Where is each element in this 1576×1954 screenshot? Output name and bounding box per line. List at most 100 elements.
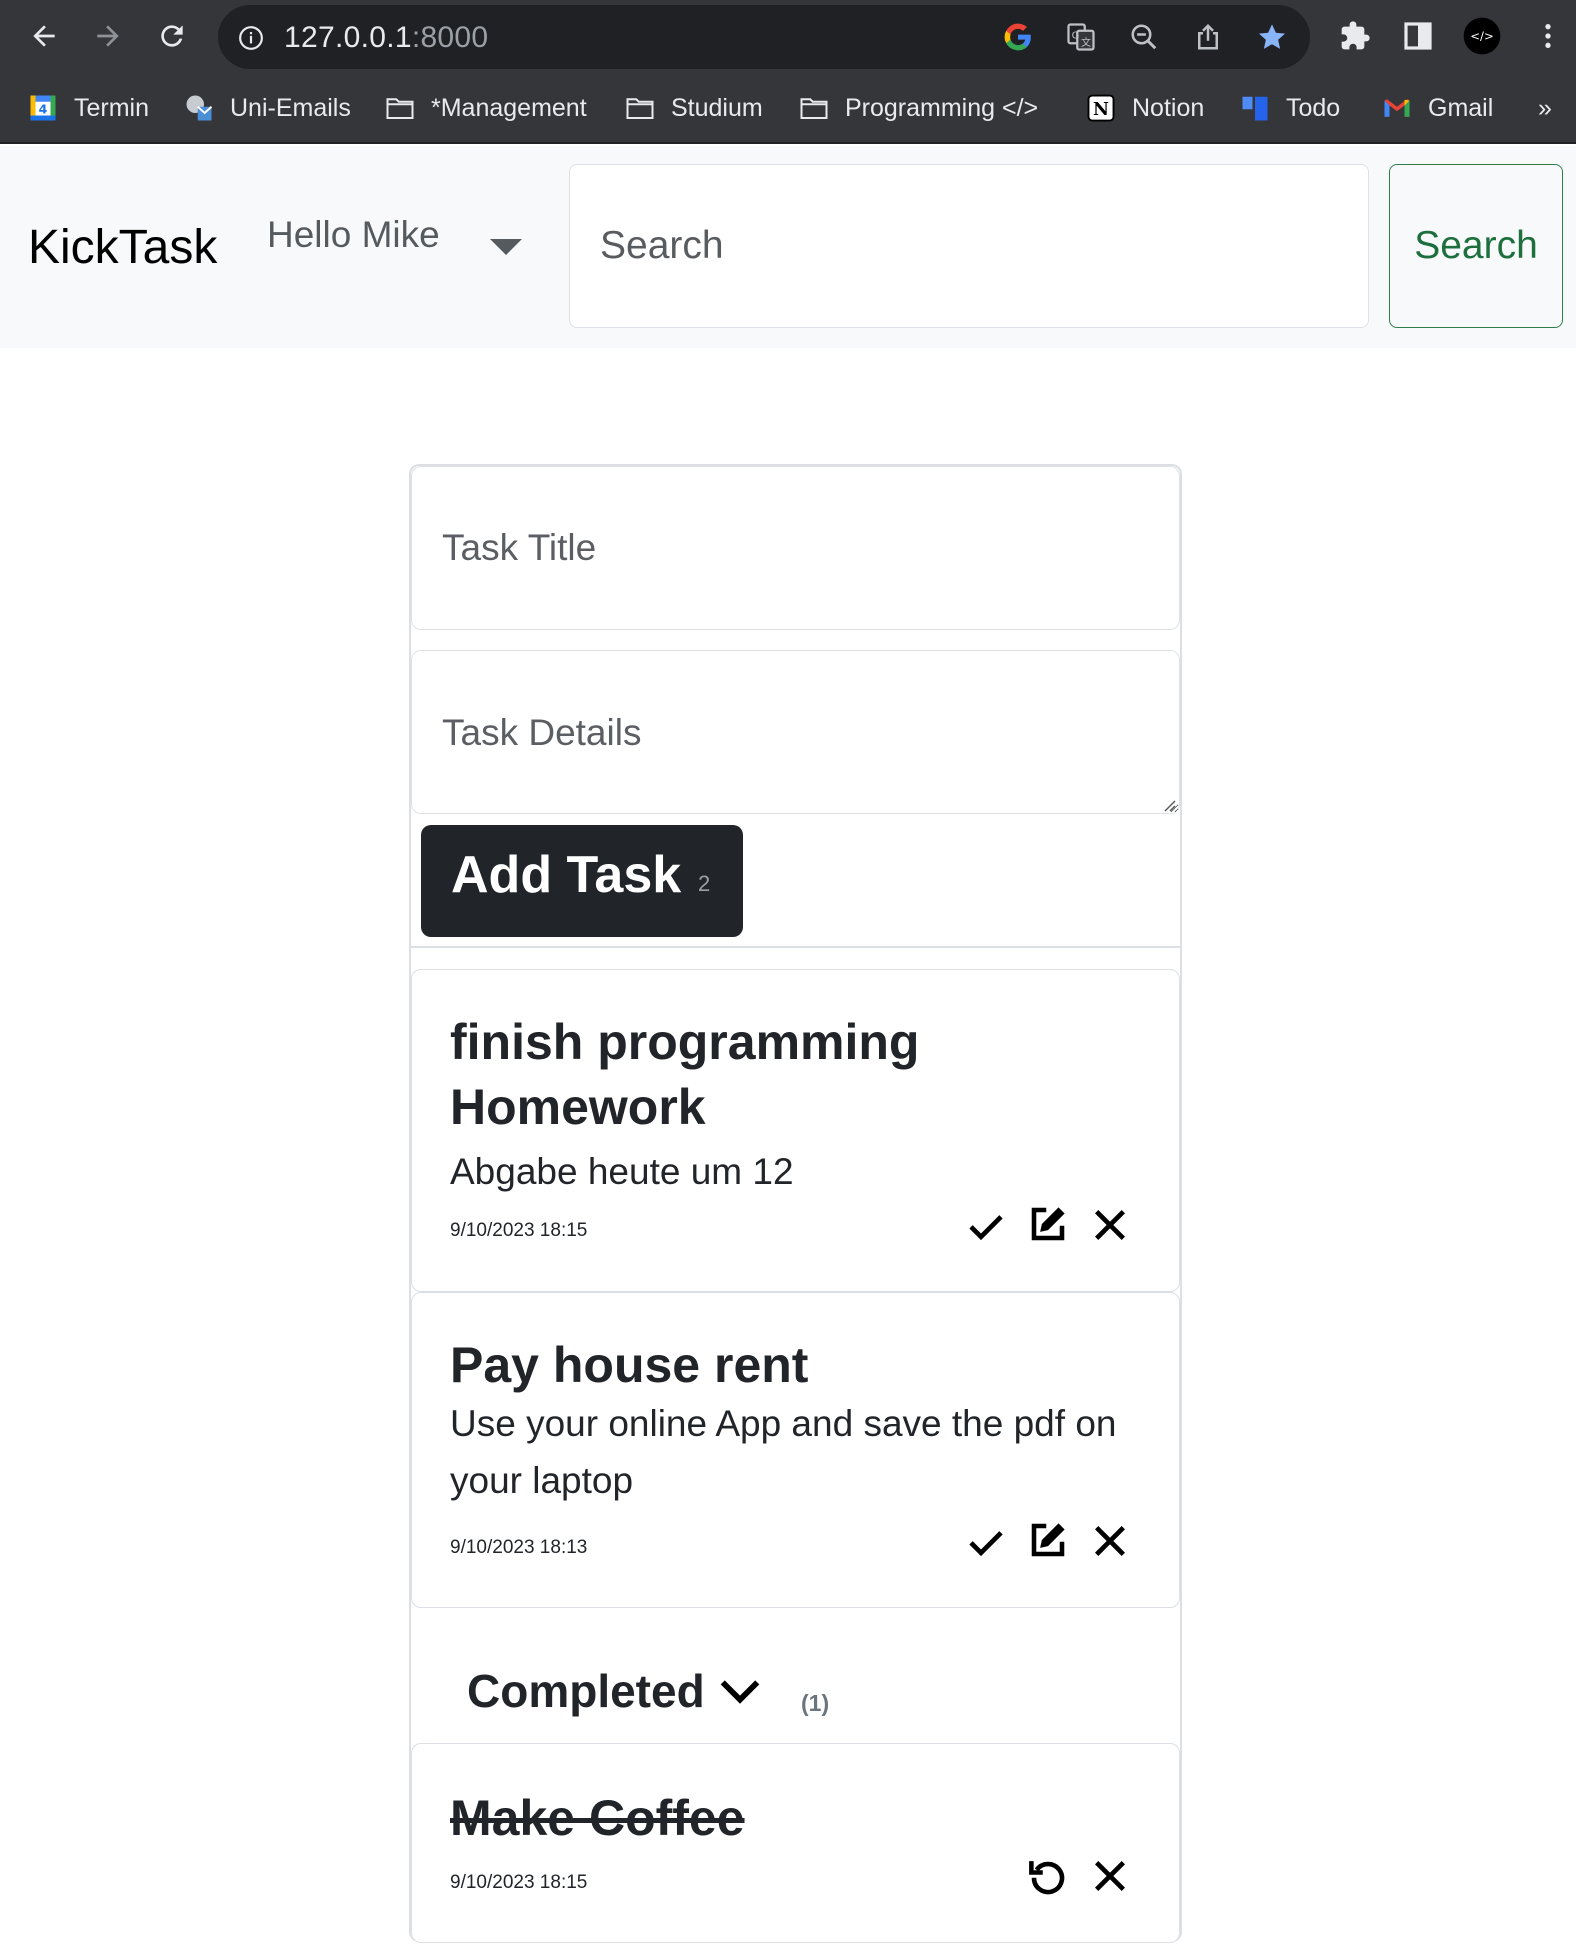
zoom-button[interactable] bbox=[1126, 19, 1162, 55]
zoom-out-icon bbox=[1131, 24, 1157, 50]
share-icon bbox=[1198, 23, 1218, 50]
search-button[interactable]: Search bbox=[1389, 164, 1563, 328]
back-button[interactable] bbox=[22, 14, 66, 58]
folder-icon bbox=[385, 93, 415, 123]
calendar-icon: 4 bbox=[28, 93, 58, 123]
forward-button[interactable] bbox=[86, 14, 130, 58]
bookmark-todo[interactable]: Todo bbox=[1240, 88, 1340, 128]
arrow-right-icon bbox=[97, 25, 119, 47]
task-title-input[interactable] bbox=[411, 466, 1180, 630]
add-task-button[interactable]: Add Task 2 bbox=[421, 825, 743, 937]
translate-button[interactable]: G文 bbox=[1063, 19, 1099, 55]
dropdown-caret-icon[interactable] bbox=[490, 239, 522, 255]
divider bbox=[411, 946, 1180, 948]
task-details-line: your laptop bbox=[450, 1460, 634, 1501]
reload-icon bbox=[161, 25, 183, 47]
edit-task-button[interactable] bbox=[1026, 1518, 1070, 1562]
bookmark-uni-emails[interactable]: Uni-Emails bbox=[184, 88, 351, 128]
translate-icon: G文 bbox=[1067, 23, 1095, 51]
puzzle-icon bbox=[1341, 21, 1370, 50]
url-text: 127.0.0.1:8000 bbox=[284, 21, 488, 55]
task-timestamp: 9/10/2023 18:13 bbox=[450, 1537, 588, 1558]
bookmark-studium[interactable]: Studium bbox=[625, 88, 763, 128]
completed-label: Completed bbox=[467, 1665, 705, 1717]
info-icon[interactable] bbox=[238, 25, 264, 51]
check-icon bbox=[969, 1531, 1003, 1557]
task-details: Abgabe heute um 12 bbox=[450, 1151, 794, 1192]
bookmarks-overflow-button[interactable]: » bbox=[1538, 88, 1552, 128]
gmail-icon bbox=[1382, 93, 1412, 123]
svg-text:文: 文 bbox=[1081, 36, 1091, 49]
bookmark-management[interactable]: *Management bbox=[385, 88, 587, 128]
task-timestamp: 9/10/2023 18:15 bbox=[450, 1872, 588, 1893]
svg-text:</>: </> bbox=[1470, 29, 1493, 43]
bookmark-termin[interactable]: 4 Termin bbox=[28, 88, 149, 128]
bookmark-label: Notion bbox=[1132, 93, 1205, 122]
bookmark-label: *Management bbox=[431, 93, 587, 122]
brand-logo[interactable]: KickTask bbox=[28, 220, 217, 275]
bookmark-label: Todo bbox=[1286, 93, 1341, 122]
notion-icon: N bbox=[1086, 93, 1116, 123]
delete-task-button[interactable] bbox=[1088, 1519, 1132, 1563]
bookmark-notion[interactable]: N Notion bbox=[1086, 88, 1204, 128]
google-lens-button[interactable] bbox=[1000, 19, 1036, 55]
svg-text:4: 4 bbox=[39, 102, 48, 117]
open-task-count: 2 bbox=[698, 871, 711, 896]
delete-task-button[interactable] bbox=[1088, 1203, 1132, 1247]
extensions-button[interactable] bbox=[1335, 16, 1375, 56]
url-host: 127.0.0.1 bbox=[284, 21, 412, 54]
search-input[interactable] bbox=[569, 164, 1369, 328]
check-icon bbox=[969, 1215, 1003, 1241]
close-icon bbox=[1095, 1861, 1125, 1891]
code-avatar-icon: </> bbox=[1463, 17, 1501, 55]
task-details-line: Use your online App and save the pdf on bbox=[450, 1403, 1117, 1444]
task-timestamp: 9/10/2023 18:15 bbox=[450, 1220, 588, 1241]
edit-task-button[interactable] bbox=[1026, 1202, 1070, 1246]
arrow-left-icon bbox=[33, 25, 55, 47]
complete-task-button[interactable] bbox=[964, 1204, 1008, 1248]
folder-icon bbox=[625, 93, 655, 123]
bookmark-star-button[interactable] bbox=[1254, 19, 1290, 55]
bookmark-label: Uni-Emails bbox=[230, 93, 351, 122]
bookmark-programming[interactable]: Programming </> bbox=[799, 88, 1038, 128]
completed-count: (1) bbox=[801, 1690, 830, 1716]
bookmark-label: Programming </> bbox=[845, 93, 1039, 122]
side-panel-icon bbox=[1404, 22, 1432, 50]
profile-button[interactable]: </> bbox=[1462, 16, 1502, 56]
star-icon bbox=[1258, 24, 1286, 49]
chevron-down-icon bbox=[720, 1680, 759, 1704]
delete-task-button[interactable] bbox=[1088, 1854, 1132, 1898]
completed-task-card: Make Coffee 9/10/2023 18:15 bbox=[411, 1743, 1180, 1943]
task-title-line: Homework bbox=[450, 1079, 706, 1135]
add-task-label: Add Task bbox=[451, 846, 682, 904]
task-card: Pay house rent Use your online App and s… bbox=[411, 1292, 1180, 1608]
side-panel-button[interactable] bbox=[1398, 16, 1438, 56]
user-dropdown-toggle[interactable]: Hello Mike bbox=[267, 214, 440, 256]
address-bar[interactable]: 127.0.0.1:8000 G文 bbox=[218, 5, 1310, 69]
share-button[interactable] bbox=[1190, 19, 1226, 55]
restore-task-button[interactable] bbox=[1026, 1854, 1070, 1898]
completed-task-title: Make Coffee bbox=[450, 1790, 745, 1846]
resize-handle-icon[interactable] bbox=[1160, 796, 1176, 812]
todo-icon bbox=[1240, 93, 1270, 123]
bookmark-label: Studium bbox=[671, 93, 763, 122]
bookmark-gmail[interactable]: Gmail bbox=[1382, 88, 1493, 128]
close-icon bbox=[1095, 1210, 1125, 1240]
reload-button[interactable] bbox=[150, 14, 194, 58]
svg-text:N: N bbox=[1093, 100, 1109, 120]
overflow-chevron: » bbox=[1538, 93, 1552, 122]
folder-icon bbox=[799, 93, 829, 123]
bookmark-label: Termin bbox=[74, 93, 150, 122]
task-details-input[interactable] bbox=[411, 650, 1180, 814]
menu-button[interactable] bbox=[1528, 16, 1568, 56]
completed-toggle[interactable]: Completed bbox=[467, 1664, 763, 1718]
task-card: finish programming Homework Abgabe heute… bbox=[411, 969, 1180, 1292]
svg-text:G: G bbox=[1072, 30, 1080, 41]
task-title-line: finish programming bbox=[450, 1014, 920, 1070]
close-icon bbox=[1095, 1526, 1125, 1556]
google-icon bbox=[1004, 23, 1031, 51]
edit-icon bbox=[1031, 1523, 1065, 1557]
task-title: Pay house rent bbox=[450, 1337, 809, 1393]
url-port: :8000 bbox=[411, 21, 489, 54]
complete-task-button[interactable] bbox=[964, 1520, 1008, 1564]
